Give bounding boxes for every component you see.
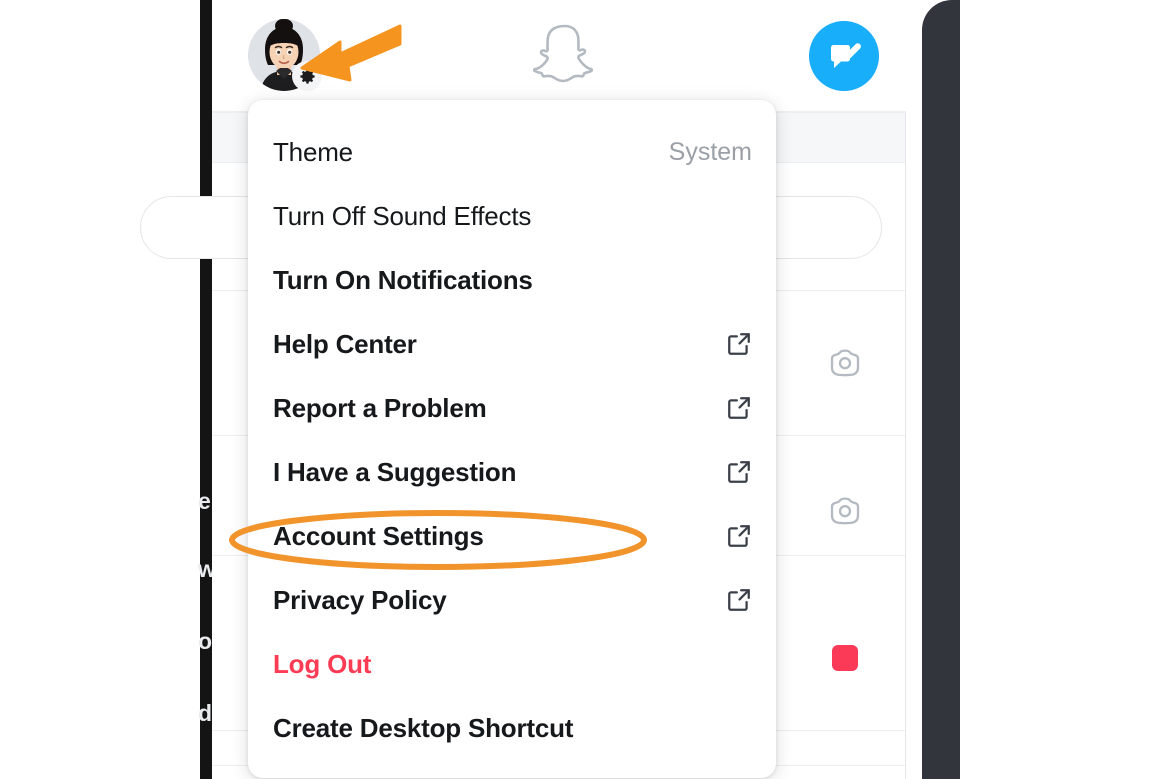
menu-item-label: Turn Off Sound Effects — [273, 200, 532, 231]
menu-item-privacy-policy[interactable]: Privacy Policy — [248, 568, 776, 632]
panel-edge-divider — [905, 0, 906, 779]
menu-item-label: Theme — [273, 136, 353, 167]
background-right-surface — [960, 0, 1168, 779]
snap-status-indicator — [832, 645, 858, 671]
menu-item-i-have-a-suggestion[interactable]: I Have a Suggestion — [248, 440, 776, 504]
external-link-icon — [726, 459, 752, 485]
menu-item-label: Log Out — [273, 648, 372, 679]
menu-item-label: I Have a Suggestion — [273, 456, 517, 487]
gear-icon[interactable] — [292, 61, 322, 91]
settings-dropdown-menu: Theme System Turn Off Sound Effects Turn… — [248, 100, 776, 778]
menu-item-account-settings[interactable]: Account Settings — [248, 504, 776, 568]
external-link-icon — [726, 395, 752, 421]
camera-icon — [828, 496, 862, 531]
conversation-panel — [922, 0, 960, 779]
external-link-icon — [726, 331, 752, 357]
menu-item-report-a-problem[interactable]: Report a Problem — [248, 376, 776, 440]
menu-item-label: Account Settings — [273, 520, 484, 551]
avatar[interactable] — [248, 19, 322, 91]
theme-value: System — [668, 137, 752, 166]
external-link-icon — [726, 587, 752, 613]
snapchat-ghost-logo — [532, 22, 597, 92]
menu-item-label: Help Center — [273, 328, 417, 359]
external-link-icon — [726, 523, 752, 549]
menu-item-label: Privacy Policy — [273, 584, 447, 615]
screenshot-root: es w o d — [0, 0, 1168, 779]
menu-item-label: Create Desktop Shortcut — [273, 712, 574, 743]
menu-item-theme[interactable]: Theme System — [248, 120, 776, 184]
menu-item-create-desktop-shortcut[interactable]: Create Desktop Shortcut — [248, 696, 776, 760]
new-chat-button[interactable] — [809, 21, 879, 91]
menu-item-notifications[interactable]: Turn On Notifications — [248, 248, 776, 312]
menu-item-label: Turn On Notifications — [273, 264, 533, 295]
background-left-surface — [0, 0, 206, 779]
menu-item-log-out[interactable]: Log Out — [248, 632, 776, 696]
menu-item-sound-effects[interactable]: Turn Off Sound Effects — [248, 184, 776, 248]
camera-icon — [828, 348, 862, 383]
menu-item-help-center[interactable]: Help Center — [248, 312, 776, 376]
menu-item-label: Report a Problem — [273, 392, 487, 423]
